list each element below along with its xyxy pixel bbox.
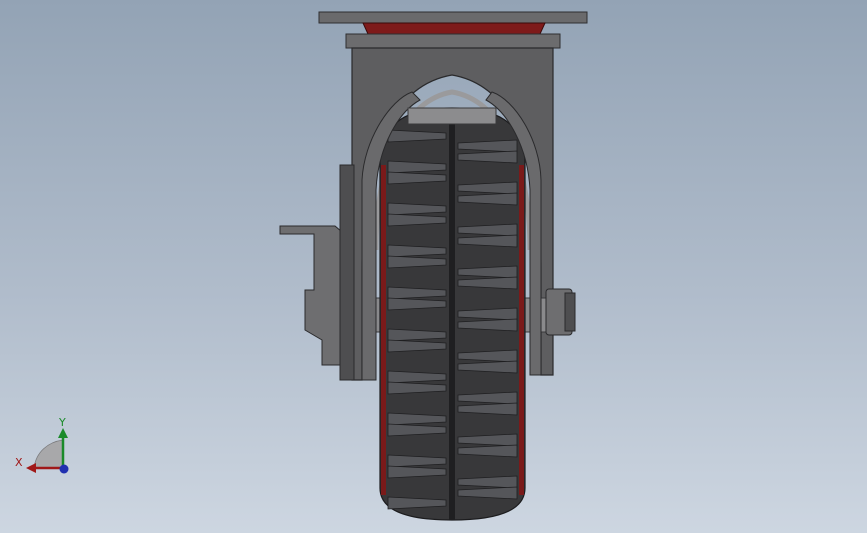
y-axis-arrow — [58, 428, 68, 438]
z-axis-dot — [59, 464, 69, 474]
triad-plane-wedge — [33, 439, 64, 469]
x-axis-arrow — [26, 463, 36, 473]
y-axis-label: Y — [58, 416, 66, 429]
3d-viewport[interactable]: Y X — [0, 0, 867, 533]
x-axis-label: X — [15, 456, 23, 469]
coordinate-triad-icon: Y X — [15, 416, 69, 474]
